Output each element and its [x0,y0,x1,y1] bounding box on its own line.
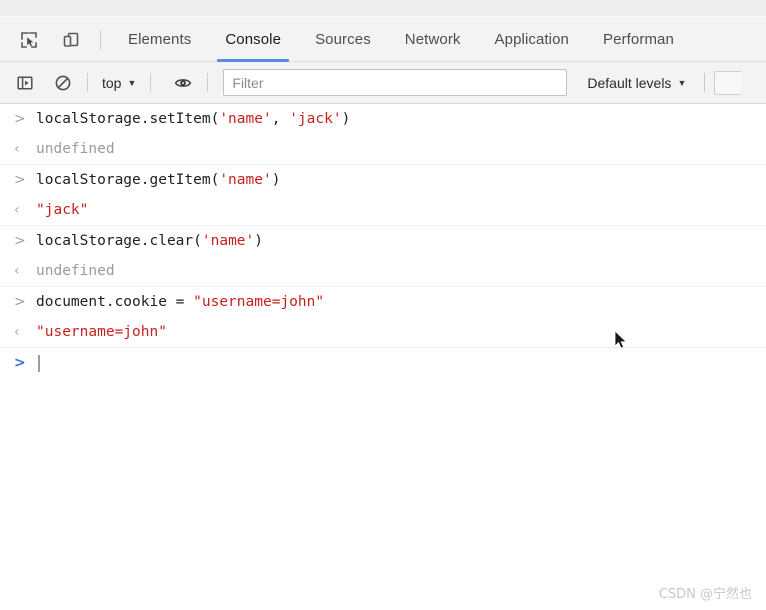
tab-console-label: Console [225,31,282,48]
code-token: , [271,111,290,127]
tab-application-label: Application [494,31,569,48]
input-marker-icon: > [14,172,26,188]
tab-sources[interactable]: Sources [298,18,388,62]
code-token: document.cookie = [36,294,194,310]
code-token: localStorage.setItem( [36,111,220,127]
string-token: 'name' [219,111,272,127]
string-token: 'name' [201,233,255,249]
console-entry: > localStorage.clear('name') ‹ undefined [0,226,766,287]
string-token: 'jack' [289,111,342,127]
console-input-line[interactable]: > localStorage.setItem('name', 'jack') [0,104,766,134]
devtools-tabbar: Elements Console Sources Network Applica… [0,18,766,62]
tabbar-separator [100,29,101,50]
tab-performance[interactable]: Performan [586,18,691,62]
tab-console[interactable]: Console [208,18,298,62]
code-token: ) [254,233,263,249]
control-separator-4 [704,73,706,92]
console-sidebar-icon[interactable] [10,68,40,98]
window-top-strip [0,0,766,16]
console-control-bar: top ▼ Filter Default levels ▼ [0,62,766,104]
input-marker-icon: > [14,111,26,127]
log-levels-dropdown[interactable]: Default levels ▼ [582,72,691,94]
tab-sources-label: Sources [315,31,371,48]
console-output-line: ‹ undefined [0,256,766,286]
devtools-tab-list: Elements Console Sources Network Applica… [111,18,766,62]
output-value: undefined [36,263,115,279]
csdn-watermark: CSDN @宁然也 [658,587,752,602]
text-caret [38,354,40,372]
tab-network[interactable]: Network [388,18,478,62]
tab-network-label: Network [404,31,461,48]
output-marker-icon: ‹ [14,324,20,340]
console-output-line: ‹ undefined [0,134,766,164]
output-marker-icon: ‹ [14,263,20,279]
output-marker-icon: ‹ [14,202,20,218]
log-levels-label: Default levels [587,74,672,91]
execution-context-dropdown[interactable]: top ▼ [97,72,141,94]
code-token: localStorage.getItem( [36,172,220,188]
device-toolbar-icon[interactable] [54,23,88,57]
code-token: ) [271,172,281,188]
inspect-element-icon[interactable] [12,23,46,57]
console-output-line: ‹ "username=john" [0,317,766,347]
input-marker-icon: > [14,294,26,310]
output-value: "username=john" [36,324,167,340]
chevron-down-icon: ▼ [677,78,687,88]
console-output-area[interactable]: > localStorage.setItem('name', 'jack') ‹… [0,104,766,610]
overflow-control[interactable] [714,70,742,95]
console-output-line: ‹ "jack" [0,195,766,225]
console-prompt-row[interactable]: > [0,348,766,378]
tab-application[interactable]: Application [478,18,586,62]
filter-placeholder: Filter [232,74,264,91]
live-expression-eye-icon[interactable] [168,68,198,98]
code-token: ) [341,111,351,127]
console-entry: > document.cookie = "username=john" ‹ "u… [0,287,766,348]
code-token: localStorage.clear( [36,233,202,249]
control-separator-1 [87,73,88,92]
control-separator-3 [207,73,209,92]
clear-console-icon[interactable] [48,68,78,98]
prompt-marker-icon: > [14,355,26,371]
console-input-line[interactable]: > localStorage.clear('name') [0,226,766,256]
control-separator-2 [150,73,152,92]
execution-context-label: top [102,74,122,91]
tab-elements[interactable]: Elements [111,18,208,62]
devtools-window: CSDN CSDN CSDN CSDN CSDN CSDN CSDN CSDN [0,0,766,610]
output-marker-icon: ‹ [14,141,20,157]
filter-input[interactable]: Filter [223,69,568,96]
string-token: 'name' [219,172,272,188]
input-marker-icon: > [14,233,26,249]
output-value: "jack" [36,202,89,218]
chevron-down-icon: ▼ [127,78,137,88]
console-entry: > localStorage.setItem('name', 'jack') ‹… [0,104,766,165]
tab-elements-label: Elements [128,31,192,48]
string-token: "username=john" [193,294,325,310]
console-input-line[interactable]: > document.cookie = "username=john" [0,287,766,317]
tab-performance-label: Performan [603,31,674,48]
output-value: undefined [36,141,115,157]
console-input-line[interactable]: > localStorage.getItem('name') [0,165,766,195]
console-entry: > localStorage.getItem('name') ‹ "jack" [0,165,766,226]
